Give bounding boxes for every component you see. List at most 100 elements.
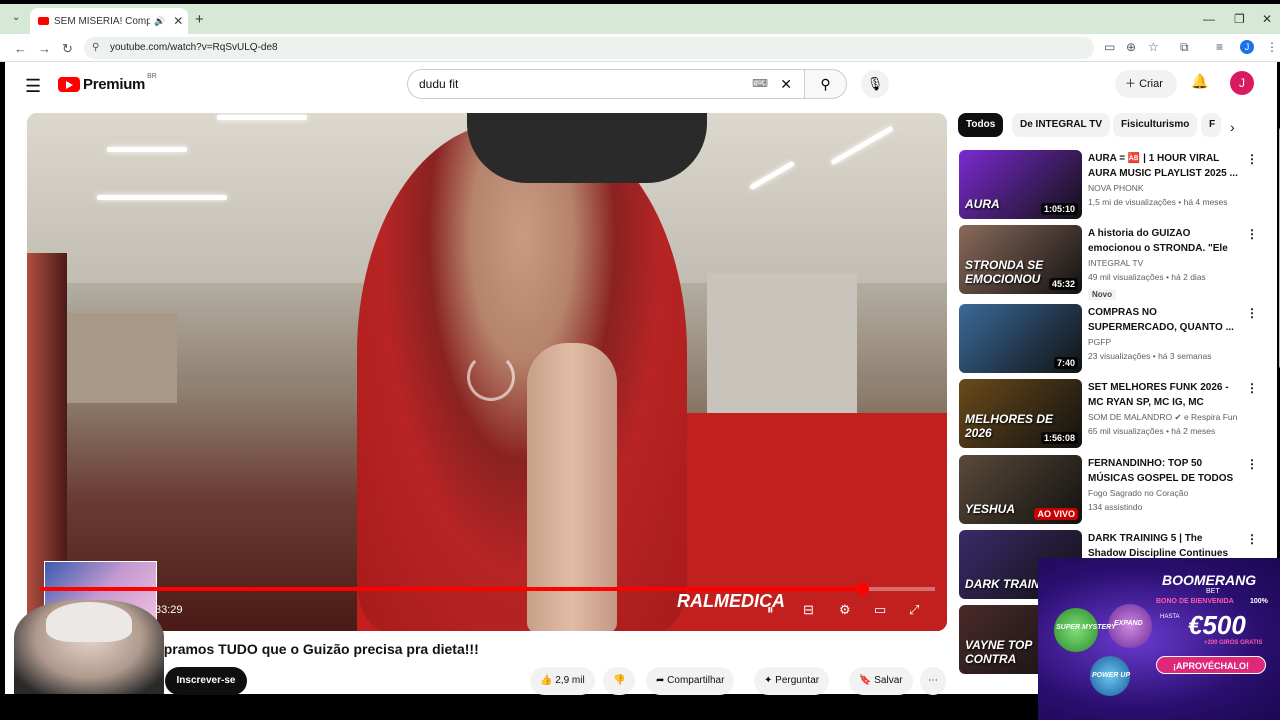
recommendation-thumbnail[interactable]: YESHUA AO VIVO bbox=[959, 455, 1082, 524]
media-control-icon[interactable]: ≡ bbox=[1216, 40, 1223, 54]
keyboard-icon[interactable]: ⌨ bbox=[752, 70, 768, 98]
chip-bodybuilding[interactable]: Fisiculturismo bbox=[1113, 113, 1198, 137]
webcam-overlay bbox=[14, 600, 164, 694]
thumbnail-text: YESHUA bbox=[965, 502, 1016, 516]
channel-name: SOM DE MALANDRO bbox=[1088, 412, 1173, 422]
minimize-icon[interactable]: — bbox=[1203, 12, 1215, 26]
fullscreen-icon[interactable]: ⤢ bbox=[909, 602, 919, 618]
ad-ball-label: EXPAND bbox=[1114, 620, 1143, 627]
extensions-icon[interactable]: ⧉ bbox=[1180, 40, 1189, 55]
more-horizontal-icon: ⋯ bbox=[928, 675, 938, 686]
plus-icon: ＋ bbox=[1125, 78, 1140, 90]
recommendation-item[interactable]: STRONDA SE EMOCIONOU 45:32 A historia do G… bbox=[959, 225, 1259, 300]
recommendation-channel[interactable]: PGFP bbox=[1088, 335, 1238, 349]
pause-icon[interactable]: ⏸ bbox=[767, 602, 774, 618]
time-display: 33:29 bbox=[155, 604, 183, 616]
notifications-bell-icon[interactable]: 🔔 bbox=[1191, 73, 1208, 90]
recommendation-info: FERNANDINHO: TOP 50 MÚSICAS GOSPEL DE TO… bbox=[1088, 456, 1238, 514]
create-button[interactable]: ＋ Criar bbox=[1115, 70, 1177, 98]
more-vertical-icon[interactable]: ⋮ bbox=[1246, 306, 1258, 320]
account-avatar[interactable]: J bbox=[1230, 71, 1254, 95]
progress-bar[interactable] bbox=[40, 583, 935, 595]
more-vertical-icon[interactable]: ⋮ bbox=[1246, 457, 1258, 471]
recommendation-item[interactable]: AURA 1:05:10 AURA = 🆎 | 1 HOUR VIRAL AURA … bbox=[959, 150, 1259, 222]
window-close-icon[interactable]: ✕ bbox=[1262, 12, 1272, 26]
search-button[interactable]: ⚲ bbox=[805, 69, 847, 99]
recommendation-channel[interactable]: INTEGRAL TV bbox=[1088, 256, 1238, 270]
zoom-icon[interactable]: ⊕ bbox=[1126, 40, 1136, 54]
theater-mode-icon[interactable]: ▭ bbox=[874, 602, 886, 618]
guide-menu-icon[interactable]: ☰ bbox=[25, 76, 41, 97]
recommendation-title[interactable]: FERNANDINHO: TOP 50 MÚSICAS GOSPEL DE TO… bbox=[1088, 456, 1238, 486]
upload-age: há 2 dias bbox=[1171, 272, 1206, 282]
bookmark-star-icon[interactable]: ☆ bbox=[1148, 40, 1159, 54]
recommendation-thumbnail[interactable]: STRONDA SE EMOCIONOU 45:32 bbox=[959, 225, 1082, 294]
recommendation-title[interactable]: AURA = 🆎 | 1 HOUR VIRAL AURA MUSIC PLAYL… bbox=[1088, 151, 1238, 181]
voice-search-button[interactable]: 🎙 bbox=[861, 70, 889, 98]
country-code: BR bbox=[147, 73, 157, 80]
back-icon[interactable]: ← bbox=[14, 41, 27, 56]
recommendation-title[interactable]: COMPRAS NO SUPERMERCADO, QUANTO ... bbox=[1088, 305, 1238, 335]
new-tab-icon[interactable]: + bbox=[195, 11, 204, 28]
recommendation-thumbnail[interactable]: AURA 1:05:10 bbox=[959, 150, 1082, 219]
view-count: 49 mil visualizações bbox=[1088, 272, 1164, 282]
recommendation-channel[interactable]: NOVA PHONK bbox=[1088, 181, 1238, 195]
recommendation-item[interactable]: YESHUA AO VIVO FERNANDINHO: TOP 50 MÚSICAS… bbox=[959, 455, 1259, 527]
tab-audio-icon[interactable]: 🔊 bbox=[154, 16, 165, 27]
recommendation-thumbnail[interactable]: MELHORES DE 2026 1:56:08 bbox=[959, 379, 1082, 448]
ask-button[interactable]: ✦ Perguntar bbox=[754, 667, 830, 695]
recommendation-thumbnail[interactable]: 7:40 bbox=[959, 304, 1082, 373]
recommendation-title[interactable]: A historia do GUIZAO emocionou o STRONDA… bbox=[1088, 226, 1238, 256]
reload-icon[interactable]: ↻ bbox=[62, 41, 73, 57]
browser-tab-active[interactable]: SEM MISÉRIA! Compramos 🔊 ✕ bbox=[30, 8, 188, 34]
more-vertical-icon[interactable]: ⋮ bbox=[1246, 532, 1258, 546]
loading-spinner bbox=[467, 353, 515, 401]
subtitles-icon[interactable]: ⊟ bbox=[803, 602, 814, 618]
chip-more[interactable]: F bbox=[1201, 113, 1221, 137]
save-button[interactable]: 🔖 Salvar bbox=[849, 667, 913, 695]
more-vertical-icon[interactable]: ⋮ bbox=[1246, 381, 1258, 395]
dislike-button[interactable]: 👎 bbox=[603, 667, 636, 695]
restore-icon[interactable]: ❐ bbox=[1234, 12, 1245, 26]
tab-close-icon[interactable]: ✕ bbox=[173, 14, 183, 28]
settings-gear-icon[interactable]: ⚙ bbox=[839, 602, 851, 618]
video-player[interactable]: RALMEDICA 33:29 ⏸ ⊟ ⚙ ▭ ⤢ bbox=[27, 113, 947, 631]
chip-all[interactable]: Todos bbox=[958, 113, 1004, 137]
more-actions-button[interactable]: ⋯ bbox=[920, 667, 946, 695]
recommendation-channel[interactable]: SOM DE MALANDRO ✔ e Respira Funk bbox=[1088, 410, 1238, 424]
recommendation-title[interactable]: SET MELHORES FUNK 2026 - MC RYAN SP, MC … bbox=[1088, 380, 1238, 410]
share-button[interactable]: ➦ Compartilhar bbox=[646, 667, 735, 695]
youtube-premium-logo[interactable]: Premium BR bbox=[58, 73, 157, 93]
microphone-icon: 🎙 bbox=[866, 76, 884, 91]
like-button[interactable]: 👍 2,9 mil bbox=[530, 667, 595, 695]
subscribe-button[interactable]: Inscrever-se bbox=[165, 667, 247, 695]
ad-cta-button[interactable]: ¡APROVÉCHALO! bbox=[1156, 656, 1266, 674]
recommendation-item[interactable]: MELHORES DE 2026 1:56:08 SET MELHORES FUNK… bbox=[959, 379, 1259, 451]
forward-icon[interactable]: → bbox=[38, 41, 51, 56]
youtube-favicon-icon bbox=[38, 17, 49, 25]
browser-menu-icon[interactable]: ⋮ bbox=[1266, 40, 1278, 54]
more-vertical-icon[interactable]: ⋮ bbox=[1246, 227, 1258, 241]
search-input[interactable]: dudu fit ⌨ ✕ bbox=[407, 69, 805, 99]
video-frame-shelf bbox=[707, 273, 857, 413]
video-frame-person bbox=[357, 123, 687, 631]
chips-next-chevron-icon[interactable]: › bbox=[1230, 119, 1235, 135]
duration-badge: 45:32 bbox=[1048, 278, 1078, 290]
address-bar[interactable]: ⚲ youtube.com/watch?v=RqSvULQ-de8 bbox=[84, 37, 1094, 59]
ad-overlay-boomerang[interactable]: SUPER MYSTERY EXPAND POWER UP BOOMERANG … bbox=[1038, 558, 1280, 720]
clear-search-icon[interactable]: ✕ bbox=[780, 70, 792, 98]
like-count: 2,9 mil bbox=[555, 675, 585, 686]
recommendation-title[interactable]: DARK TRAINING 5 | The Shadow Discipline … bbox=[1088, 531, 1238, 561]
recommendation-info: AURA = 🆎 | 1 HOUR VIRAL AURA MUSIC PLAYL… bbox=[1088, 151, 1238, 209]
browser-toolbar: ← → ↻ ⚲ youtube.com/watch?v=RqSvULQ-de8 … bbox=[0, 34, 1280, 62]
recommendation-channel[interactable]: Fogo Sagrado no Coração bbox=[1088, 486, 1238, 500]
progress-fill bbox=[40, 587, 864, 591]
cast-icon[interactable]: ▭ bbox=[1104, 40, 1115, 54]
thumbnail-text: AURA bbox=[965, 197, 1000, 211]
tab-list-chevron-icon[interactable]: ⌄ bbox=[12, 12, 20, 23]
chip-from-channel[interactable]: De INTEGRAL TV bbox=[1012, 113, 1111, 137]
more-vertical-icon[interactable]: ⋮ bbox=[1246, 152, 1258, 166]
site-info-icon[interactable]: ⚲ bbox=[92, 37, 99, 59]
recommendation-item[interactable]: 7:40 COMPRAS NO SUPERMERCADO, QUANTO ... P… bbox=[959, 304, 1259, 376]
browser-profile-avatar[interactable]: J bbox=[1240, 40, 1254, 54]
